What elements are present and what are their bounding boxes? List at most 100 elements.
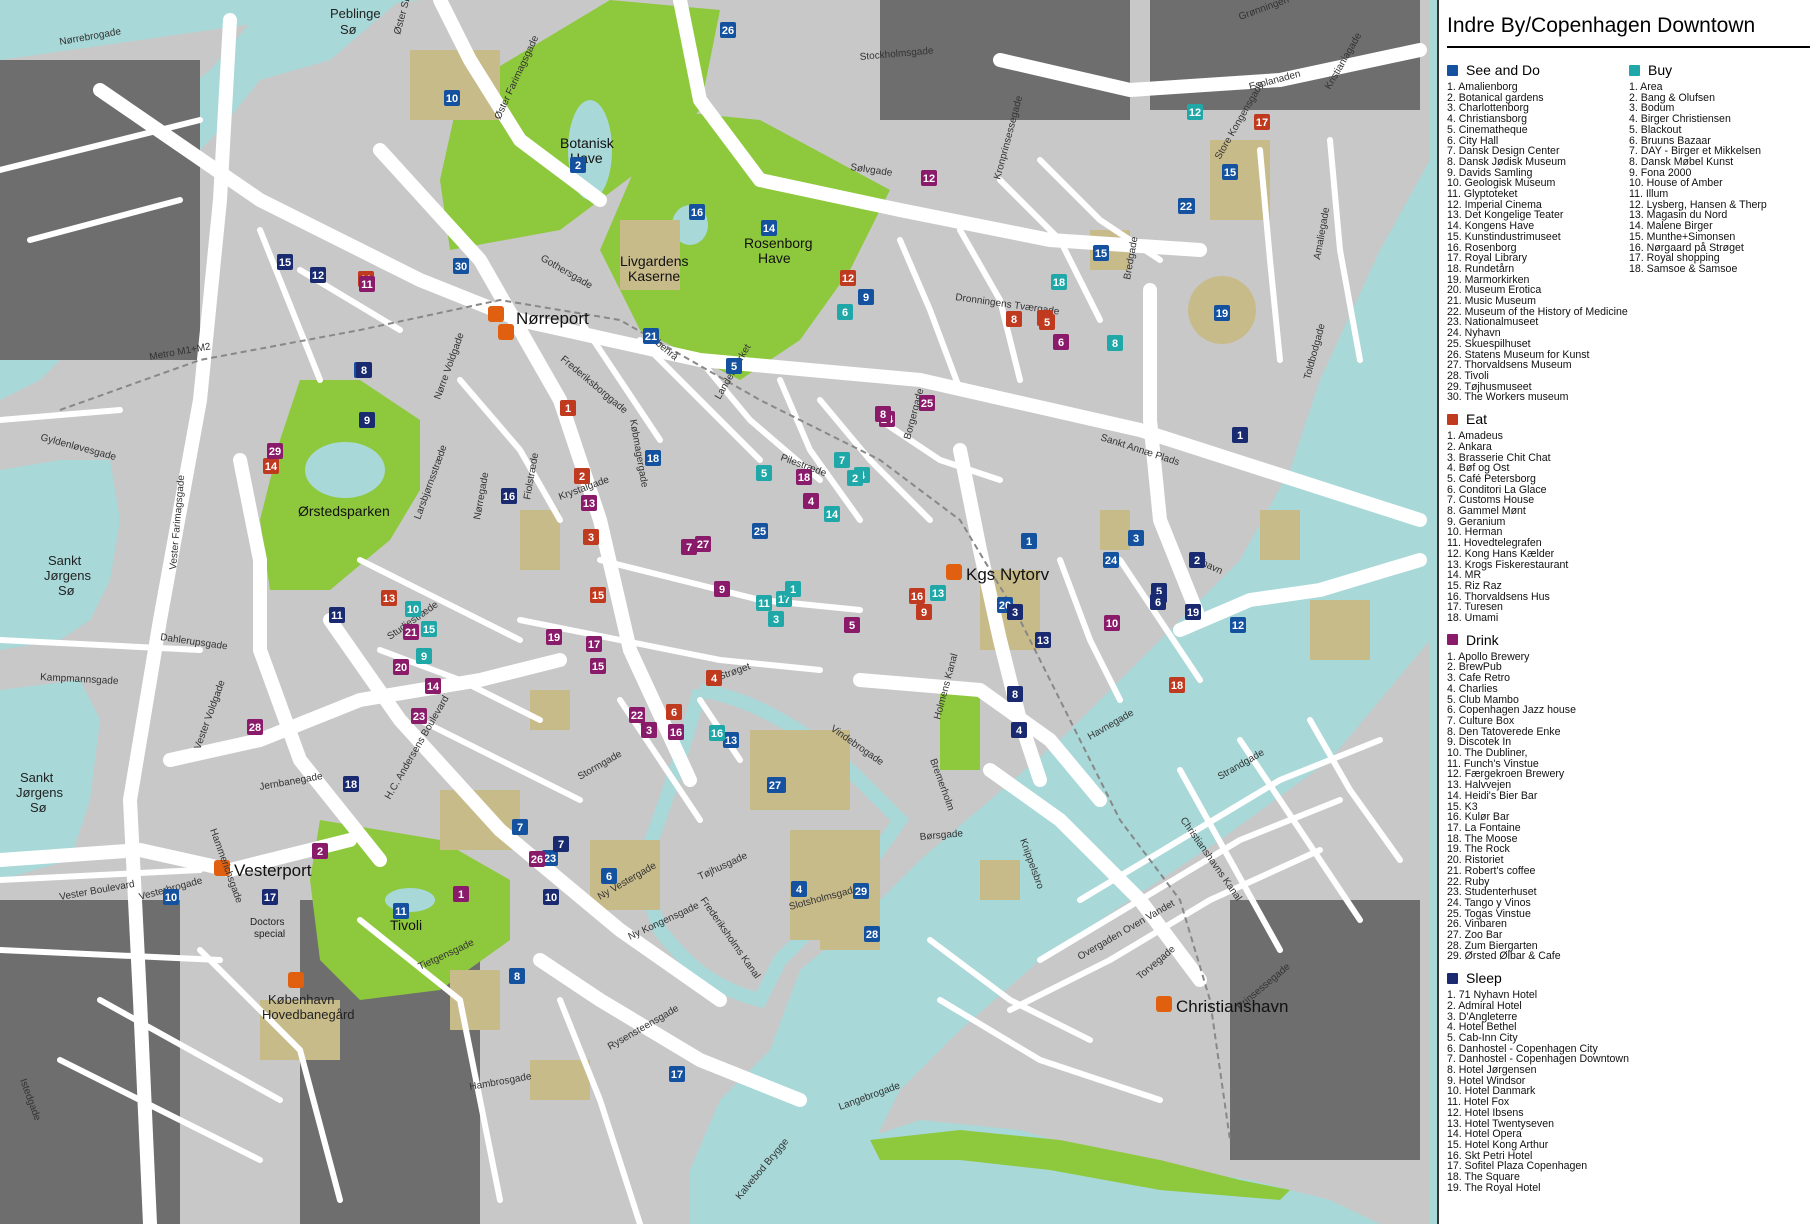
see-marker[interactable]: 11 bbox=[393, 903, 409, 919]
drink-marker[interactable]: 13 bbox=[581, 495, 597, 511]
sleep-marker[interactable]: 6 bbox=[1150, 594, 1166, 610]
see-marker[interactable]: 29 bbox=[853, 883, 869, 899]
drink-marker[interactable]: 26 bbox=[529, 851, 545, 867]
eat-marker[interactable]: 5 bbox=[1039, 314, 1055, 330]
eat-marker[interactable]: 17 bbox=[1254, 114, 1270, 130]
see-marker[interactable]: 17 bbox=[669, 1066, 685, 1082]
sleep-marker[interactable]: 11 bbox=[329, 607, 345, 623]
eat-marker[interactable]: 6 bbox=[666, 704, 682, 720]
see-marker[interactable]: 19 bbox=[1214, 305, 1230, 321]
drink-marker[interactable]: 29 bbox=[267, 443, 283, 459]
drink-marker[interactable]: 9 bbox=[714, 581, 730, 597]
see-marker[interactable]: 9 bbox=[858, 289, 874, 305]
buy-marker[interactable]: 9 bbox=[416, 648, 432, 664]
eat-marker[interactable]: 9 bbox=[916, 604, 932, 620]
drink-marker[interactable]: 27 bbox=[695, 536, 711, 552]
see-marker[interactable]: 28 bbox=[864, 926, 880, 942]
buy-marker[interactable]: 7 bbox=[834, 452, 850, 468]
sleep-marker[interactable]: 9 bbox=[359, 412, 375, 428]
drink-marker[interactable]: 19 bbox=[546, 629, 562, 645]
see-marker[interactable]: 14 bbox=[761, 220, 777, 236]
sleep-marker[interactable]: 1 bbox=[1232, 427, 1248, 443]
sleep-marker[interactable]: 13 bbox=[1035, 632, 1051, 648]
eat-marker[interactable]: 16 bbox=[909, 588, 925, 604]
sleep-marker[interactable]: 3 bbox=[1007, 604, 1023, 620]
drink-marker[interactable]: 5 bbox=[844, 617, 860, 633]
drink-marker[interactable]: 4 bbox=[803, 493, 819, 509]
buy-marker[interactable]: 10 bbox=[405, 601, 421, 617]
drink-marker[interactable]: 10 bbox=[1104, 615, 1120, 631]
drink-marker[interactable]: 1 bbox=[453, 886, 469, 902]
sleep-marker[interactable]: 7 bbox=[553, 836, 569, 852]
buy-marker[interactable]: 12 bbox=[1187, 104, 1203, 120]
see-marker[interactable]: 10 bbox=[444, 90, 460, 106]
buy-marker[interactable]: 15 bbox=[421, 621, 437, 637]
see-marker[interactable]: 22 bbox=[1178, 198, 1194, 214]
sleep-marker[interactable]: 16 bbox=[501, 488, 517, 504]
buy-marker[interactable]: 3 bbox=[768, 611, 784, 627]
buy-marker[interactable]: 5 bbox=[756, 465, 772, 481]
sleep-marker[interactable]: 19 bbox=[1185, 604, 1201, 620]
buy-marker[interactable]: 2 bbox=[847, 470, 863, 486]
buy-marker[interactable]: 1 bbox=[785, 581, 801, 597]
see-marker[interactable]: 5 bbox=[726, 358, 742, 374]
drink-marker[interactable]: 7 bbox=[681, 539, 697, 555]
sleep-marker[interactable]: 15 bbox=[277, 254, 293, 270]
drink-marker[interactable]: 25 bbox=[919, 395, 935, 411]
drink-marker[interactable]: 3 bbox=[641, 722, 657, 738]
see-marker[interactable]: 16 bbox=[689, 204, 705, 220]
see-marker[interactable]: 18 bbox=[645, 450, 661, 466]
drink-marker[interactable]: 28 bbox=[247, 719, 263, 735]
eat-marker[interactable]: 15 bbox=[590, 587, 606, 603]
eat-marker[interactable]: 2 bbox=[574, 468, 590, 484]
see-marker[interactable]: 15 bbox=[1093, 245, 1109, 261]
drink-marker[interactable]: 2 bbox=[312, 843, 328, 859]
buy-marker[interactable]: 6 bbox=[837, 304, 853, 320]
see-marker[interactable]: 13 bbox=[723, 732, 739, 748]
see-marker[interactable]: 25 bbox=[752, 523, 768, 539]
eat-marker[interactable]: 12 bbox=[840, 270, 856, 286]
see-marker[interactable]: 21 bbox=[643, 328, 659, 344]
drink-marker[interactable]: 20 bbox=[393, 659, 409, 675]
sleep-marker[interactable]: 17 bbox=[262, 889, 278, 905]
eat-marker[interactable]: 3 bbox=[583, 529, 599, 545]
eat-marker[interactable]: 18 bbox=[1169, 677, 1185, 693]
sleep-marker[interactable]: 8 bbox=[1007, 686, 1023, 702]
see-marker[interactable]: 2 bbox=[570, 157, 586, 173]
drink-marker[interactable]: 21 bbox=[403, 624, 419, 640]
see-marker[interactable]: 3 bbox=[1128, 530, 1144, 546]
see-marker[interactable]: 4 bbox=[791, 881, 807, 897]
see-marker[interactable]: 10 bbox=[163, 889, 179, 905]
sleep-marker[interactable]: 12 bbox=[310, 267, 326, 283]
eat-marker[interactable]: 4 bbox=[706, 670, 722, 686]
see-marker[interactable]: 1 bbox=[1021, 533, 1037, 549]
see-marker[interactable]: 24 bbox=[1103, 552, 1119, 568]
eat-marker[interactable]: 8 bbox=[1006, 311, 1022, 327]
drink-marker[interactable]: 16 bbox=[668, 724, 684, 740]
sleep-marker[interactable]: 8 bbox=[356, 362, 372, 378]
drink-marker[interactable]: 8 bbox=[875, 406, 891, 422]
eat-marker[interactable]: 13 bbox=[381, 590, 397, 606]
eat-marker[interactable]: 14 bbox=[263, 458, 279, 474]
sleep-marker[interactable]: 10 bbox=[543, 889, 559, 905]
see-marker[interactable]: 26 bbox=[720, 22, 736, 38]
drink-marker[interactable]: 15 bbox=[590, 658, 606, 674]
buy-marker[interactable]: 8 bbox=[1107, 335, 1123, 351]
buy-marker[interactable]: 18 bbox=[1051, 274, 1067, 290]
see-marker[interactable]: 7 bbox=[512, 819, 528, 835]
see-marker[interactable]: 12 bbox=[1230, 617, 1246, 633]
eat-marker[interactable]: 1 bbox=[560, 400, 576, 416]
see-marker[interactable]: 27 bbox=[767, 777, 783, 793]
see-marker[interactable]: 6 bbox=[601, 868, 617, 884]
drink-marker[interactable]: 14 bbox=[425, 678, 441, 694]
see-marker[interactable]: 15 bbox=[1222, 164, 1238, 180]
buy-marker[interactable]: 13 bbox=[930, 585, 946, 601]
buy-marker[interactable]: 16 bbox=[709, 725, 725, 741]
buy-marker[interactable]: 11 bbox=[756, 595, 772, 611]
sleep-marker[interactable]: 2 bbox=[1189, 552, 1205, 568]
drink-marker[interactable]: 17 bbox=[586, 636, 602, 652]
drink-marker[interactable]: 6 bbox=[1053, 334, 1069, 350]
drink-marker[interactable]: 11 bbox=[359, 276, 375, 292]
sleep-marker[interactable]: 4 bbox=[1011, 722, 1027, 738]
drink-marker[interactable]: 18 bbox=[796, 469, 812, 485]
